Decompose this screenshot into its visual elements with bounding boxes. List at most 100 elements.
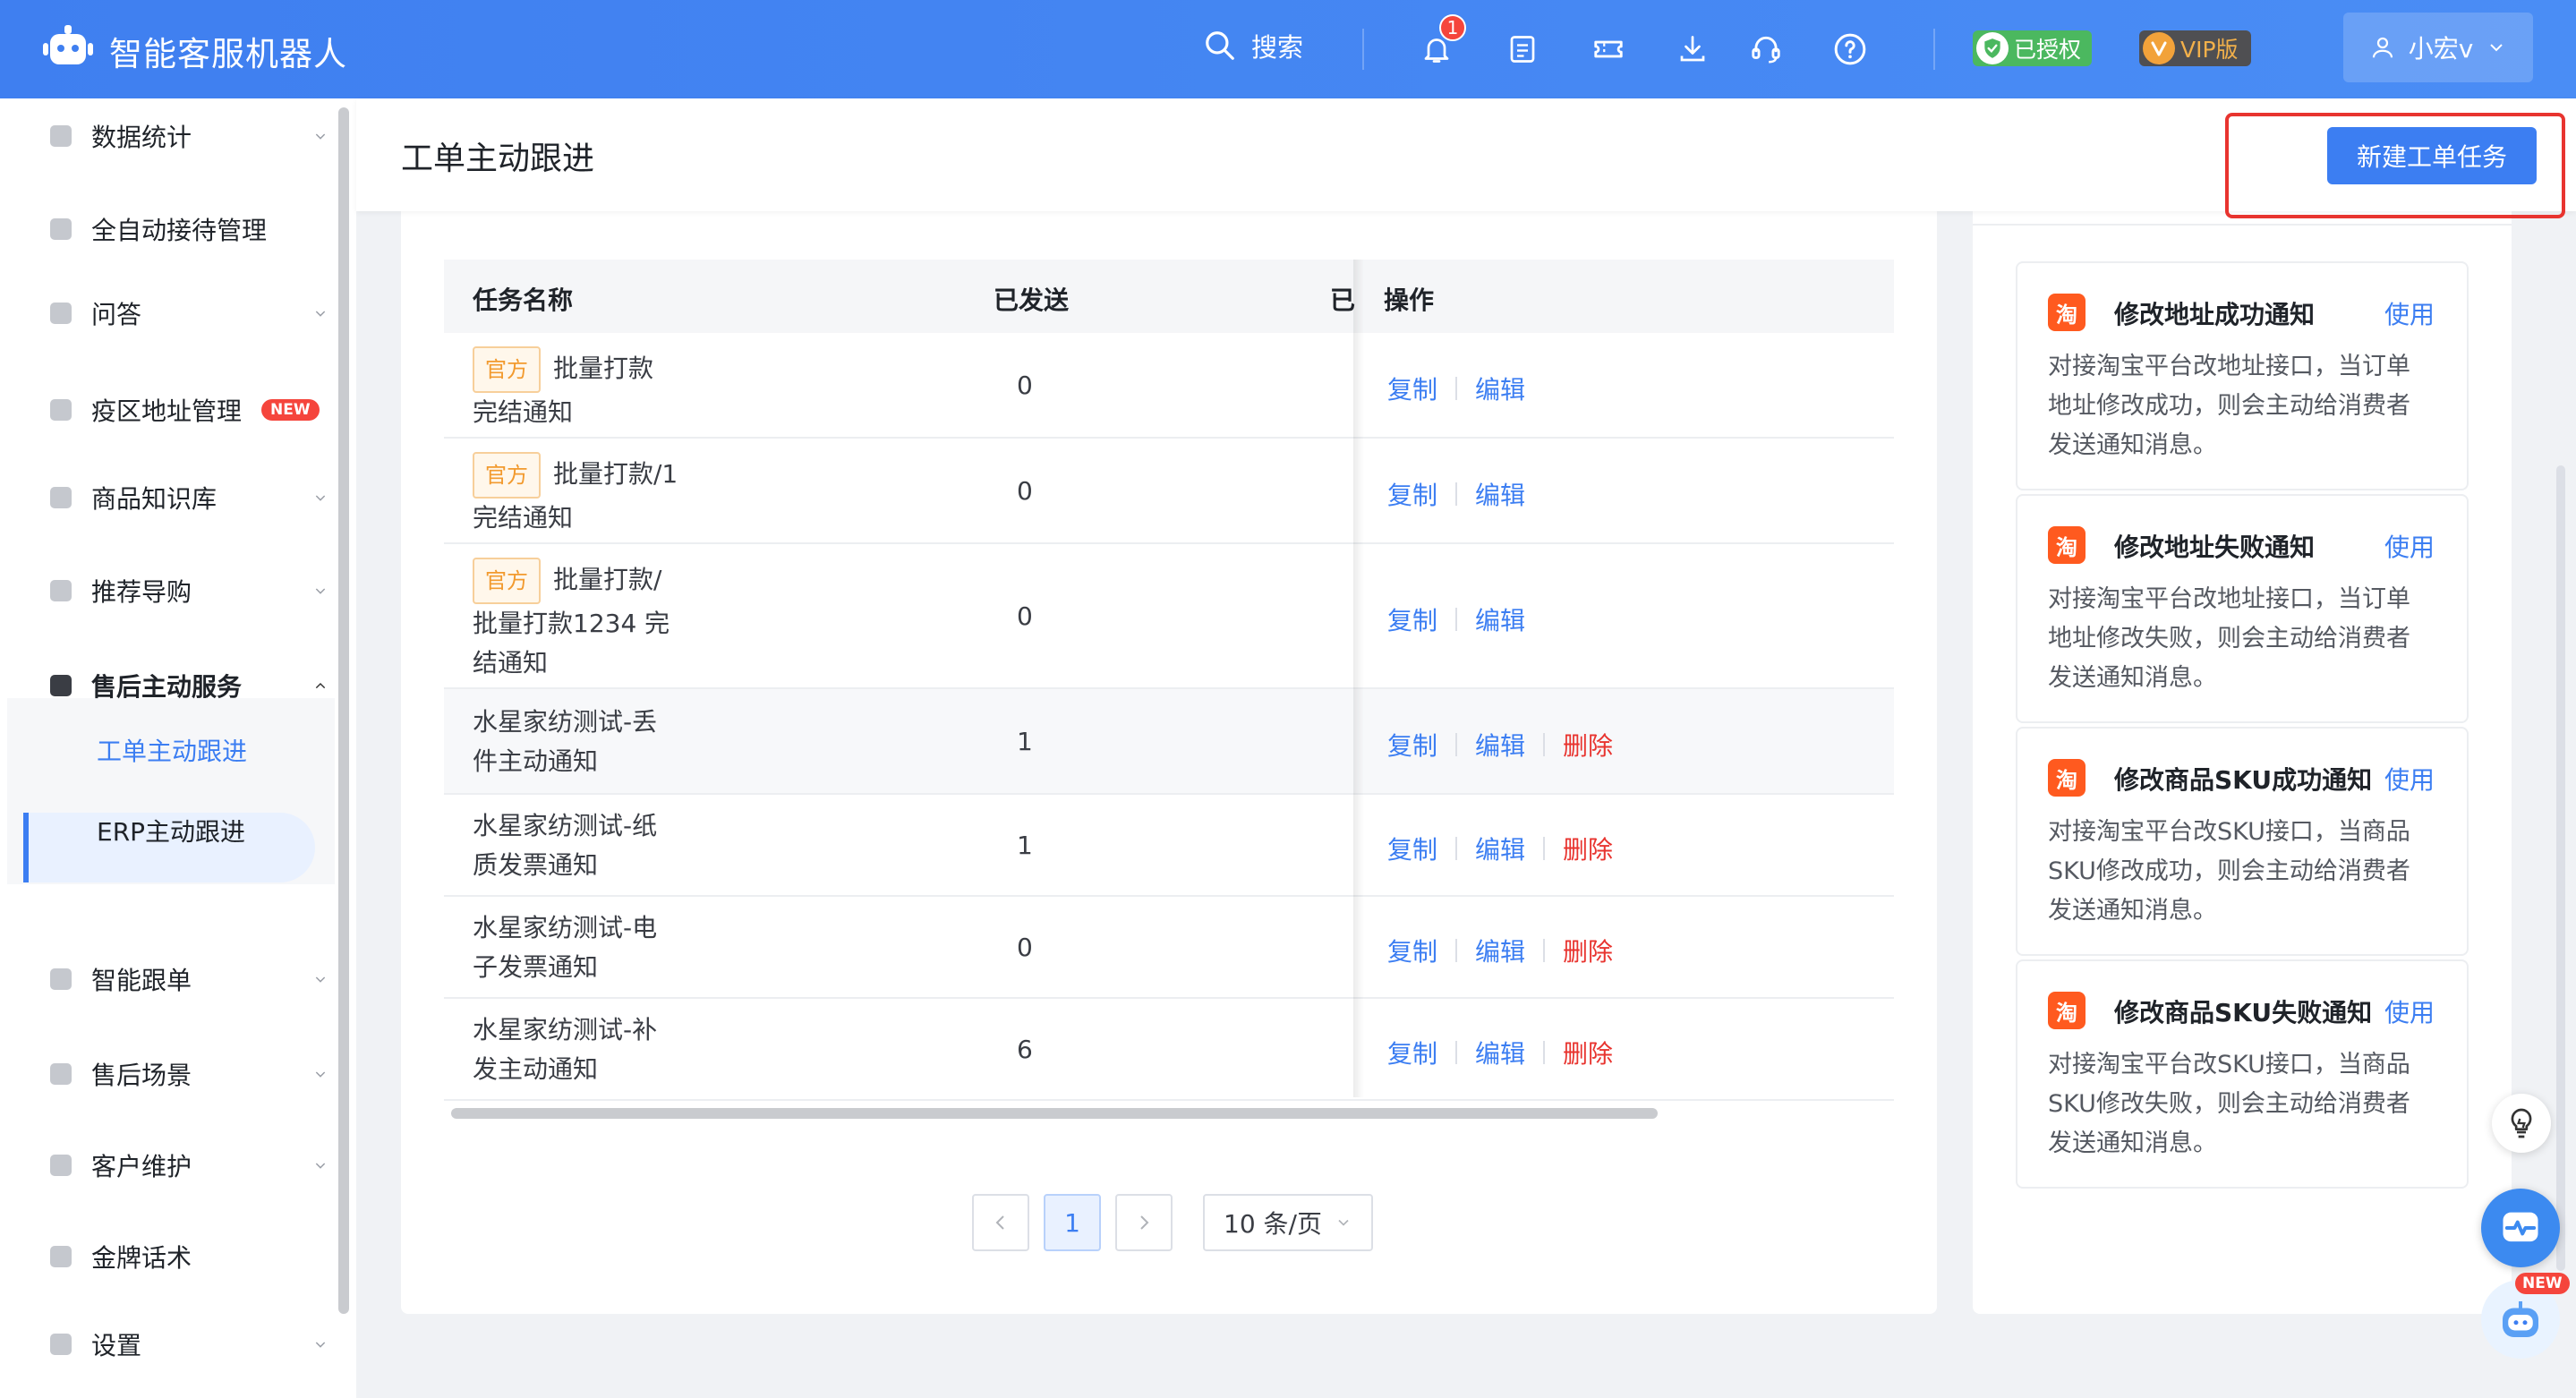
delete-link[interactable]: 删除 [1563, 933, 1613, 968]
copy-link[interactable]: 复制 [1387, 933, 1437, 968]
page-size-value: 10 条/页 [1224, 1209, 1322, 1239]
monitor-button[interactable] [2481, 1189, 2560, 1267]
column-header-read: 已 [1330, 286, 1356, 315]
lightbulb-icon [2511, 1108, 2532, 1138]
sidebar-item[interactable]: 设置 [0, 1317, 338, 1371]
sidebar-item[interactable]: 数据统计 [0, 109, 338, 163]
help-icon [1834, 33, 1866, 65]
search-button[interactable]: 搜索 [1203, 27, 1303, 64]
taobao-icon: 淘 [2048, 526, 2086, 564]
sidebar-item[interactable]: 客户维护 [0, 1138, 338, 1192]
page-size-select[interactable]: 10 条/页 [1203, 1194, 1373, 1251]
delete-link[interactable]: 删除 [1563, 727, 1613, 763]
ticket-icon [1594, 40, 1623, 58]
edit-link[interactable]: 编辑 [1475, 933, 1525, 968]
task-list-button[interactable] [1502, 29, 1543, 70]
pagination: 1 10 条/页 [972, 1194, 1373, 1251]
search-label: 搜索 [1251, 32, 1304, 63]
sidebar-item[interactable]: 问答 [0, 286, 338, 340]
chevron-down-icon [315, 1163, 326, 1169]
sent-count-cell: 0 [1017, 476, 1033, 506]
menu-item-icon [50, 580, 72, 601]
customer-service-button[interactable] [1745, 29, 1787, 70]
task-name-text: 批量打款1234 完 [473, 609, 670, 638]
sent-count-cell: 1 [1017, 831, 1033, 860]
download-button[interactable] [1672, 29, 1713, 70]
task-name-cell: 官方 批量打款/1 完结通知 [473, 452, 687, 538]
task-name-line: 水星家纺测试-电 [473, 908, 687, 948]
help-button[interactable] [1830, 29, 1871, 70]
delete-link[interactable]: 删除 [1563, 831, 1613, 866]
row-actions: 复制 编辑 [1387, 371, 1525, 406]
submenu-item[interactable]: ERP主动跟进 [97, 813, 245, 848]
edit-link[interactable]: 编辑 [1475, 371, 1525, 406]
action-divider [1543, 733, 1546, 756]
chevron-down-icon [1338, 1219, 1349, 1226]
sidebar-item[interactable]: 全自动接待管理 [0, 202, 338, 256]
edit-link[interactable]: 编辑 [1475, 831, 1525, 866]
use-template-link[interactable]: 使用 [2384, 295, 2435, 331]
sidebar-item[interactable]: 售后场景 [0, 1047, 338, 1101]
notification-count-badge: 1 [1439, 14, 1466, 41]
tips-button[interactable] [2492, 1094, 2551, 1153]
edit-link[interactable]: 编辑 [1475, 727, 1525, 763]
task-name-line: 官方 批量打款/ [473, 558, 687, 604]
checklist-icon [1510, 36, 1535, 63]
row-actions: 复制 编辑 删除 [1387, 727, 1613, 763]
task-name-text: 完结通知 [473, 397, 574, 427]
sidebar-item[interactable]: 售后主动服务 [0, 659, 338, 712]
edit-link[interactable]: 编辑 [1475, 476, 1525, 512]
sidebar-item[interactable]: 智能跟单 [0, 952, 338, 1006]
copy-link[interactable]: 复制 [1387, 831, 1437, 866]
edit-link[interactable]: 编辑 [1475, 1035, 1525, 1070]
edit-link[interactable]: 编辑 [1475, 601, 1525, 637]
copy-link[interactable]: 复制 [1387, 601, 1437, 637]
prev-page-button[interactable] [972, 1194, 1029, 1251]
next-page-button[interactable] [1115, 1194, 1173, 1251]
task-table-card: 任务名称 已发送 已 操作 官方 批量打款 完结通知 0 复制 编辑 官方 批量打款/1 完结通… [401, 211, 1937, 1314]
menu-item-icon [50, 1063, 72, 1085]
page-scrollbar[interactable] [2556, 465, 2565, 1271]
use-template-link[interactable]: 使用 [2384, 993, 2435, 1029]
copy-link[interactable]: 复制 [1387, 371, 1437, 406]
copy-link[interactable]: 复制 [1387, 1035, 1437, 1070]
page-title: 工单主动跟进 [401, 141, 595, 177]
use-template-link[interactable]: 使用 [2384, 528, 2435, 564]
sidebar-scrollbar[interactable] [338, 107, 349, 1314]
table-row: 水星家纺测试-丢 件主动通知 1 复制 编辑 删除 [444, 689, 1894, 795]
table-row: 水星家纺测试-电 子发票通知 0 复制 编辑 删除 [444, 897, 1894, 999]
user-menu[interactable]: 小宏v [2343, 13, 2533, 82]
sidebar-item[interactable]: 推荐导购 [0, 564, 338, 618]
search-icon [1206, 31, 1234, 60]
row-actions: 复制 编辑 删除 [1387, 933, 1613, 968]
sidebar-item[interactable]: 疫区地址管理 NEW [0, 383, 338, 437]
task-name-text: 完结通知 [473, 503, 574, 533]
use-template-link[interactable]: 使用 [2384, 761, 2435, 797]
vip-badge[interactable]: VIP版 [2139, 30, 2251, 66]
template-description-line: 对接淘宝平台改SKU接口，当商品 [2048, 818, 2410, 846]
sidebar-item[interactable]: 金牌话术 [0, 1230, 338, 1283]
page-number-button[interactable]: 1 [1044, 1194, 1101, 1251]
shield-check-icon [1976, 32, 2009, 64]
copy-link[interactable]: 复制 [1387, 476, 1437, 512]
sidebar-item[interactable]: 商品知识库 [0, 471, 338, 524]
action-divider [1455, 837, 1458, 860]
new-badge: NEW [261, 399, 320, 421]
delete-link[interactable]: 删除 [1563, 1035, 1613, 1070]
new-task-button[interactable]: 新建工单任务 [2327, 127, 2537, 184]
column-header-sent: 已发送 [994, 286, 1070, 315]
chevron-up-icon [315, 682, 326, 689]
user-icon [2372, 37, 2393, 58]
task-name-text: 水星家纺测试-电 [473, 913, 658, 942]
submenu-item[interactable]: 工单主动跟进 [97, 732, 247, 768]
copy-link[interactable]: 复制 [1387, 727, 1437, 763]
authorized-badge[interactable]: 已授权 [1973, 30, 2093, 66]
action-divider [1543, 1041, 1546, 1064]
official-tag: 官方 [473, 452, 541, 499]
template-title: 修改商品SKU失败通知 [2114, 998, 2373, 1027]
ticket-button[interactable] [1588, 29, 1629, 70]
table-horizontal-scrollbar[interactable] [451, 1108, 1658, 1119]
notification-button[interactable]: 1 [1416, 14, 1466, 70]
task-name-text: 结通知 [473, 648, 549, 678]
menu-item-icon [50, 1334, 72, 1355]
